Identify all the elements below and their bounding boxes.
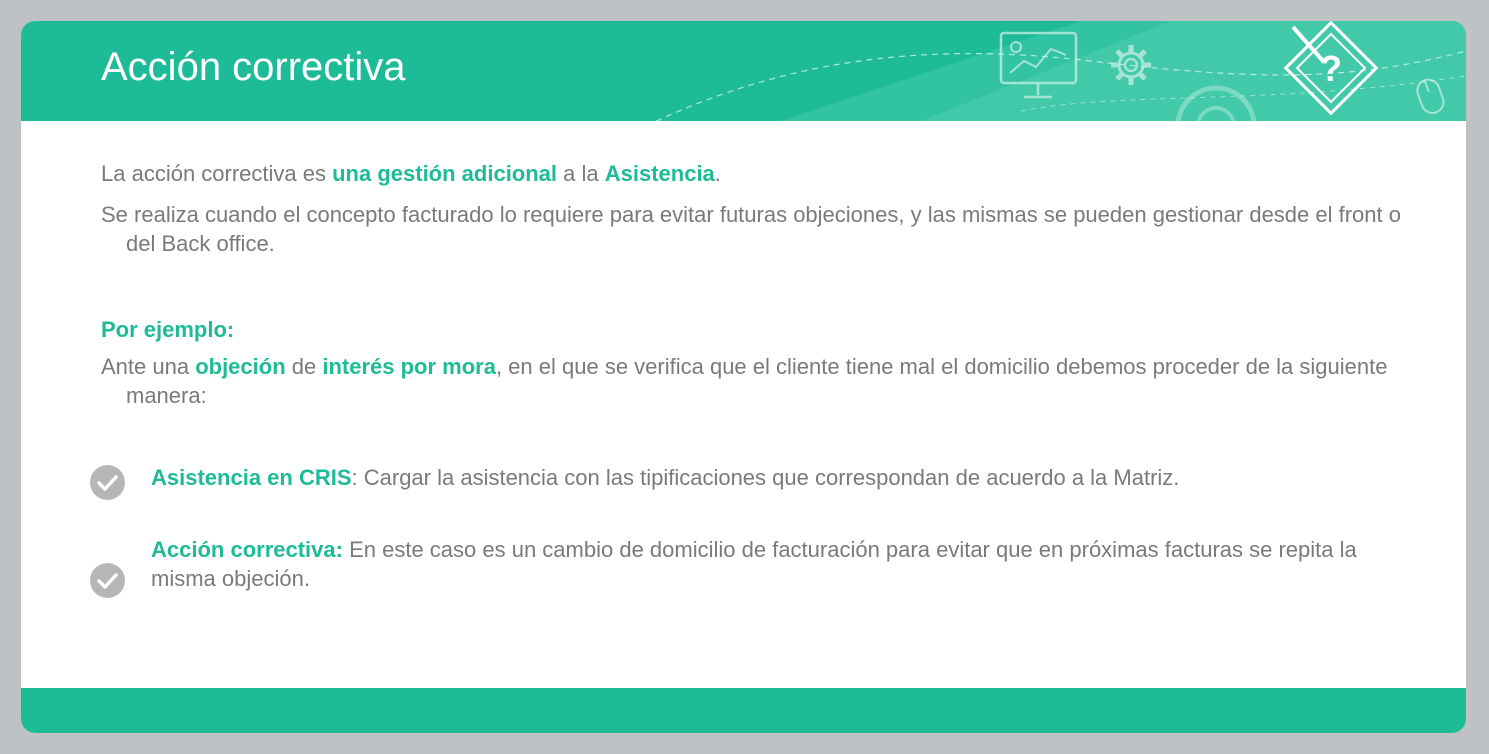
bullet-title: Asistencia en CRIS [151, 465, 352, 490]
pencil-question-icon: ? [1283, 21, 1379, 116]
content-area: La acción correctiva es una gestión adic… [101, 159, 1411, 422]
check-icon [90, 465, 125, 500]
check-icon [90, 563, 125, 598]
example-label: Por ejemplo: [101, 317, 235, 342]
example-highlight-objecion: objeción [195, 354, 286, 379]
intro-middle: a la [557, 161, 605, 186]
example-highlight-interes: interés por mora [322, 354, 496, 379]
intro-highlight-gestion: una gestión adicional [332, 161, 558, 186]
page-title: Acción correctiva [101, 45, 406, 89]
intro-highlight-asistencia: Asistencia [604, 161, 715, 186]
slide: ? Acción correctiva La acción correctiva… [21, 21, 1466, 733]
bullet-title: Acción correctiva: [151, 537, 343, 562]
bullet-body: : Cargar la asistencia con las tipificac… [351, 465, 1180, 490]
footer-banner [21, 688, 1466, 733]
presentation-board-icon [999, 31, 1078, 99]
header-banner: ? Acción correctiva [21, 21, 1466, 121]
example-prefix: Ante una [101, 354, 196, 379]
intro-paragraph: La acción correctiva es una gestión adic… [101, 159, 1411, 188]
mouse-icon [1416, 78, 1445, 114]
intro-prefix: La acción correctiva es [101, 161, 333, 186]
detail-paragraph: Se realiza cuando el concepto facturado … [101, 202, 1401, 256]
bullet-text: Asistencia en CRIS: Cargar la asistencia… [151, 463, 1381, 492]
bullet-text: Acción correctiva: En este caso es un ca… [151, 535, 1381, 593]
svg-text:?: ? [1320, 48, 1342, 89]
example-paragraph: Ante una objeción de interés por mora, e… [101, 352, 1411, 410]
intro-suffix: . [714, 161, 721, 186]
example-middle: de [285, 354, 323, 379]
large-gear-icon [1175, 85, 1257, 121]
